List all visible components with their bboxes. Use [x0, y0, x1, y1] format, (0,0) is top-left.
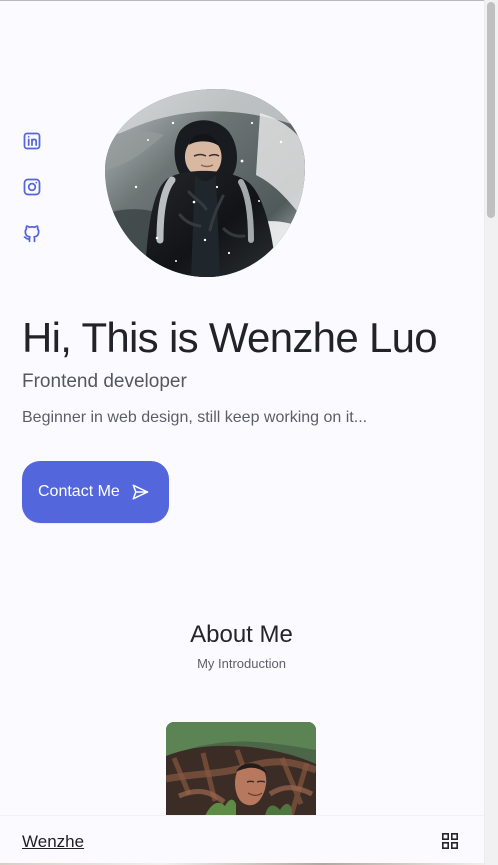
instagram-icon	[22, 177, 42, 197]
about-photo	[166, 722, 316, 816]
instagram-link[interactable]	[22, 177, 42, 197]
github-link[interactable]	[22, 223, 42, 243]
hero-description: Beginner in web design, still keep worki…	[22, 409, 368, 426]
bottom-navigation: Wenzhe	[0, 815, 485, 865]
contact-button[interactable]: Contact Me	[22, 461, 169, 523]
social-links	[22, 131, 42, 251]
github-icon	[22, 223, 42, 243]
scrollbar-track[interactable]	[484, 0, 498, 865]
linkedin-link[interactable]	[22, 131, 42, 151]
profile-photo	[105, 89, 305, 277]
grid-icon	[441, 832, 459, 850]
linkedin-icon	[22, 131, 42, 151]
scrollbar-thumb[interactable]	[487, 2, 495, 218]
hero-title: Hi, This is Wenzhe Luo	[22, 314, 438, 361]
menu-button[interactable]	[441, 832, 459, 850]
browser-window: Hi, This is Wenzhe Luo Frontend develope…	[0, 0, 486, 865]
send-icon	[130, 482, 150, 502]
about-title: About Me	[190, 621, 293, 648]
hero-subtitle: Frontend developer	[22, 371, 187, 392]
contact-button-label: Contact Me	[38, 483, 120, 500]
about-subtitle: My Introduction	[197, 656, 286, 671]
brand-logo[interactable]: Wenzhe	[22, 831, 84, 853]
